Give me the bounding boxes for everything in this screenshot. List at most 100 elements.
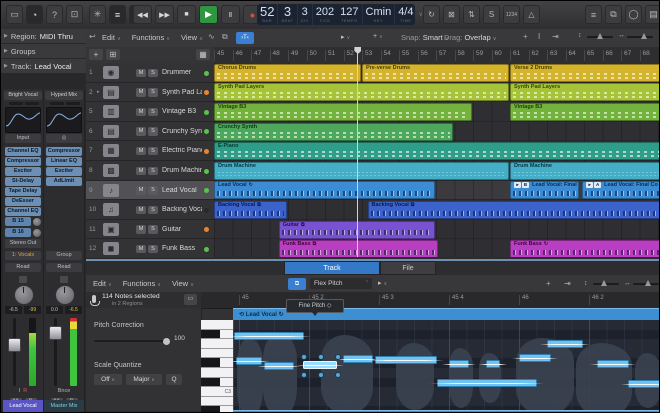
flex-pitch-note[interactable] <box>597 360 629 368</box>
flex-pitch-note[interactable] <box>449 360 469 368</box>
bar-ruler[interactable]: 4546474849505152535455565758596061626364… <box>214 47 659 64</box>
library-button[interactable]: ⊡ <box>66 5 83 24</box>
piano-key-black[interactable] <box>201 378 233 388</box>
trim-icon[interactable]: I <box>538 32 540 41</box>
note-hotspot-dot[interactable] <box>301 354 307 360</box>
flex-pitch-note[interactable] <box>437 379 537 387</box>
note-hotspot-dot[interactable] <box>318 372 324 378</box>
track-mute-button[interactable]: M <box>136 127 146 136</box>
inspector-button[interactable]: ? <box>46 5 63 24</box>
track-solo-button[interactable]: S <box>148 147 158 156</box>
playhead[interactable] <box>357 47 358 257</box>
mixer-button[interactable]: ≡ <box>109 5 126 24</box>
track-header-lead-vocal[interactable]: 9♪MSLead Vocal <box>86 181 214 201</box>
plugin-slot[interactable]: AdLimit <box>46 177 82 186</box>
region-pre-verse-drums[interactable]: Pre-verse Drums <box>362 64 509 82</box>
track-mute-button[interactable]: M <box>136 245 146 254</box>
track-mute-button[interactable]: M <box>136 167 146 176</box>
automation-mode[interactable]: Read <box>46 263 82 272</box>
track-status-dot[interactable] <box>204 110 209 115</box>
piano-key-black[interactable] <box>201 358 233 368</box>
loop-browser-button[interactable]: ◯ <box>625 5 642 24</box>
send-slot[interactable]: B 16 <box>5 228 31 237</box>
pan-knob[interactable] <box>55 285 75 305</box>
plugin-slot[interactable]: DeEsser <box>5 197 41 206</box>
track-solo-button[interactable]: S <box>148 88 158 97</box>
track-status-dot[interactable] <box>204 71 209 76</box>
nudge-icon[interactable]: + <box>523 32 528 41</box>
lcd-div[interactable]: 3DIV <box>298 4 313 25</box>
editor-hzoom-slider[interactable] <box>633 283 659 285</box>
region-drum-machine[interactable]: Drum Machine <box>510 162 659 180</box>
piano-key-white[interactable]: C3 <box>201 387 233 397</box>
note-hotspot-dot[interactable] <box>301 372 307 378</box>
flex-mode-select[interactable]: Flex Pitch⌃∨ <box>310 278 372 289</box>
lcd-display[interactable]: 52BAR3BEAT3DIV202TICK 127 TEMPO Cmin KEY… <box>257 4 415 25</box>
flex-pitch-note[interactable] <box>234 332 304 340</box>
scale-type-select[interactable]: Major ∨ <box>126 374 162 385</box>
region-funk-bass[interactable]: Funk Bass⧉ <box>279 240 438 257</box>
piano-key-white[interactable] <box>201 368 233 378</box>
track-status-dot[interactable] <box>204 227 209 232</box>
drag-menu[interactable]: Drag: Overlap ∨ <box>444 33 496 42</box>
inspector-section-track[interactable]: ▶Track:Lead Vocal <box>1 59 86 74</box>
pan-knob[interactable] <box>14 285 34 305</box>
input-slot[interactable]: Input <box>5 134 41 143</box>
plugin-slot[interactable]: Channel EQ <box>5 207 41 216</box>
volume-fader[interactable] <box>8 338 21 352</box>
track-solo-button[interactable]: S <box>148 225 158 234</box>
metronome-button[interactable]: △ <box>523 5 540 24</box>
track-header-synth-pad-layers[interactable]: 2▸▤MSSynth Pad Layers <box>86 83 214 103</box>
track-solo-button[interactable]: S <box>148 108 158 117</box>
lcd-key[interactable]: Cmin KEY <box>363 4 396 25</box>
lcd-time-signature[interactable]: 4/4 TIME <box>395 4 416 25</box>
track-solo-button[interactable]: S <box>148 69 158 78</box>
flex-pitch-note[interactable] <box>375 356 437 364</box>
take-badge[interactable]: ▸B <box>514 182 529 188</box>
secondary-tool-menu[interactable]: + ∨ <box>373 33 383 40</box>
rewind-button[interactable]: ◀◀ <box>133 5 152 24</box>
lcd-beat[interactable]: 3BEAT <box>278 4 297 25</box>
solo-button[interactable]: S <box>483 5 500 24</box>
flex-pitch-note[interactable] <box>236 357 262 365</box>
region-verse-2-drums[interactable]: Verse 2 Drums <box>510 64 659 82</box>
note-hotspot-dot[interactable] <box>335 372 341 378</box>
inspector-section-region[interactable]: ▶Region:MIDI Thru <box>1 29 86 44</box>
automation-icon[interactable]: ∿ <box>208 32 215 41</box>
track-mute-button[interactable]: M <box>136 206 146 215</box>
editor-vzoom-slider[interactable] <box>593 283 619 285</box>
group-slot[interactable]: Group <box>46 251 82 260</box>
editor-menu-functions[interactable]: Functions ∨ <box>123 279 161 288</box>
plugin-slot[interactable]: Compressor <box>46 147 82 156</box>
track-status-dot[interactable] <box>204 247 209 252</box>
track-header-vintage-b3[interactable]: 5▥MSVintage B3 <box>86 102 214 122</box>
catch-playhead-icon[interactable]: ↩ <box>89 32 96 41</box>
input-monitor-indicator[interactable]: I <box>19 388 21 394</box>
autopunch-button[interactable]: ⇅ <box>463 5 480 24</box>
lcd-tempo[interactable]: 127 TEMPO <box>337 4 362 25</box>
track-header-drum-machine[interactable]: 8▩MSDrum Machine <box>86 161 214 181</box>
note-hotspot-dot[interactable] <box>335 354 341 360</box>
flex-pitch-note[interactable] <box>628 380 659 388</box>
cycle-button[interactable]: ↻ <box>423 5 440 24</box>
add-track-button[interactable]: + <box>89 49 103 60</box>
take-badge[interactable]: ▸A <box>586 182 601 188</box>
plugin-slot[interactable]: Exciter <box>5 167 41 176</box>
piano-key-white[interactable] <box>201 339 233 349</box>
strip-name-plate[interactable]: Master Mix <box>44 400 84 412</box>
editor-menu-view[interactable]: View ∨ <box>172 279 194 288</box>
arrange-menu-edit[interactable]: Edit ∨ <box>102 33 121 42</box>
lcd-tick[interactable]: 202TICK <box>313 4 337 25</box>
track-mute-button[interactable]: M <box>136 69 146 78</box>
volume-fader[interactable] <box>49 326 62 340</box>
flex-pitch-note-area[interactable] <box>233 320 659 412</box>
quantize-button[interactable]: Q <box>166 374 182 385</box>
snap-menu[interactable]: Snap: Smart ∨ <box>401 33 448 42</box>
plugin-slot[interactable]: Compressor <box>5 157 41 166</box>
plugin-slot[interactable]: Tape Delay <box>5 187 41 196</box>
replace-button[interactable]: ⊠ <box>443 5 460 24</box>
send-slot[interactable]: B 15 <box>5 217 31 226</box>
track-status-dot[interactable] <box>204 149 209 154</box>
flex-pitch-note[interactable] <box>519 354 551 362</box>
forward-button[interactable]: ▶▶ <box>155 5 174 24</box>
